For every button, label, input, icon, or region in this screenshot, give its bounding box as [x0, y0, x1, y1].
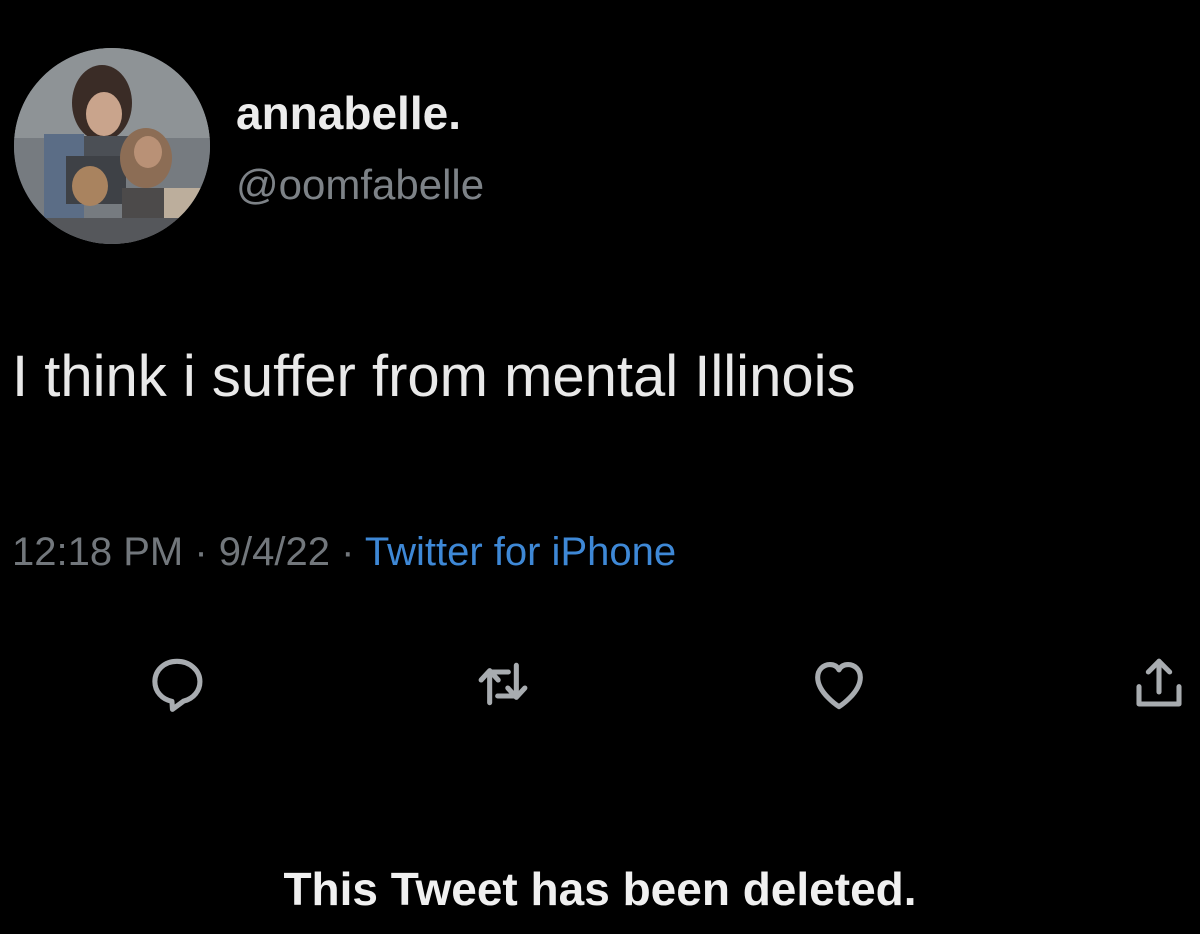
- tweet-date[interactable]: 9/4/22: [219, 530, 330, 574]
- meta-separator: ·: [341, 530, 355, 574]
- deleted-tweet-notice: This Tweet has been deleted.: [283, 863, 917, 915]
- share-button[interactable]: [1124, 648, 1194, 720]
- tweet-source[interactable]: Twitter for iPhone: [365, 530, 676, 574]
- retweet-button[interactable]: [467, 648, 539, 720]
- author-handle[interactable]: @oomfabelle: [236, 164, 484, 206]
- reply-icon: [152, 658, 203, 712]
- tweet-metadata: 12:18 PM · 9/4/22 · Twitter for iPhone: [12, 532, 676, 572]
- like-icon: [815, 662, 863, 710]
- tweet-time[interactable]: 12:18 PM: [12, 530, 183, 574]
- profile-photo: [14, 48, 210, 244]
- avatar[interactable]: [14, 48, 210, 244]
- like-button[interactable]: [803, 648, 875, 720]
- tweet-text: I think i suffer from mental Illinois: [12, 344, 856, 409]
- author-display-name[interactable]: annabelle.: [236, 90, 461, 136]
- share-icon: [1136, 658, 1182, 707]
- retweet-icon: [478, 662, 528, 706]
- reply-button[interactable]: [141, 648, 213, 720]
- meta-separator: ·: [194, 530, 208, 574]
